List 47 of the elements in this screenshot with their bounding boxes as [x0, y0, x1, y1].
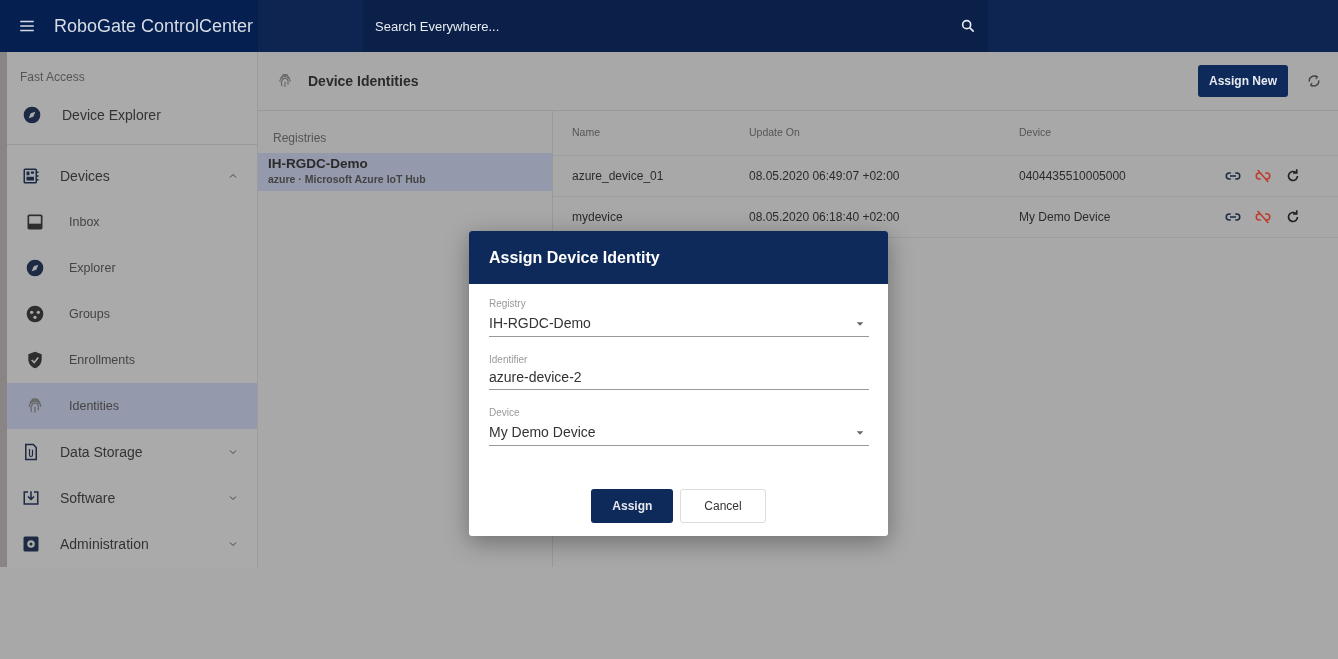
search-field[interactable]: Search Everywhere...	[363, 0, 988, 52]
gear-icon	[22, 535, 40, 553]
table-cell-text: 0404435510005000	[1019, 168, 1127, 185]
table-cell-text: 08.05.2020 06:18:40 +02:00	[749, 209, 901, 226]
field-label: Device	[489, 406, 521, 420]
field-label: Identifier	[489, 353, 529, 367]
compass-icon	[22, 105, 42, 125]
sidebar-heading: Fast Access	[19, 69, 86, 86]
fingerprint-icon	[276, 72, 294, 90]
sidebar-item[interactable]: Device Explorer	[7, 92, 257, 138]
table-cell-text: My Demo Device	[1019, 209, 1112, 226]
registry-item[interactable]: IH-RGDC-Demo azure · Microsoft Azure IoT Hub	[258, 153, 552, 192]
download-icon	[22, 489, 40, 507]
sidebar-section[interactable]: Administration	[7, 521, 257, 567]
page-title: Device Identities	[308, 71, 420, 91]
sidebar-section[interactable]: Data Storage	[7, 429, 257, 475]
field-label: Registry	[489, 297, 527, 311]
sidebar-section[interactable]: Devices	[7, 153, 257, 199]
groups-icon	[25, 304, 45, 324]
sync-icon	[1306, 73, 1322, 89]
table-cell-text: mydevice	[572, 209, 624, 226]
select-field[interactable]: My Demo Device	[489, 420, 869, 444]
chip-icon	[22, 167, 40, 185]
sidebar-item[interactable]: Identities	[7, 383, 257, 429]
search-icon[interactable]	[960, 18, 976, 34]
inbox-icon	[25, 212, 45, 232]
table-cell-text: azure_device_01	[572, 168, 665, 185]
app-title: RoboGate ControlCenter	[54, 14, 254, 38]
select-field[interactable]: IH-RGDC-Demo	[489, 311, 869, 335]
dialog-title: Assign Device Identity	[469, 231, 888, 284]
document-icon	[22, 443, 40, 461]
column-header: Device	[1019, 125, 1053, 141]
column-header: Update On	[749, 125, 801, 141]
panel-heading: Registries	[273, 130, 327, 147]
input-field[interactable]: azure-device-2	[489, 367, 869, 388]
sidebar-item[interactable]: Groups	[7, 291, 257, 337]
sidebar-item[interactable]: Explorer	[7, 245, 257, 291]
sidebar-section[interactable]: Software	[7, 475, 257, 521]
table-cell-text: 08.05.2020 06:49:07 +02:00	[749, 168, 901, 185]
column-header: Name	[572, 125, 601, 141]
cancel-button[interactable]: Cancel	[680, 489, 766, 523]
compass-icon	[25, 258, 45, 278]
sidebar-item[interactable]: Enrollments	[7, 337, 257, 383]
assign-new-button[interactable]: Assign New	[1198, 65, 1288, 97]
assign-button[interactable]: Assign	[591, 489, 674, 523]
sidebar-item[interactable]: Inbox	[7, 199, 257, 245]
shield-icon	[25, 350, 45, 370]
